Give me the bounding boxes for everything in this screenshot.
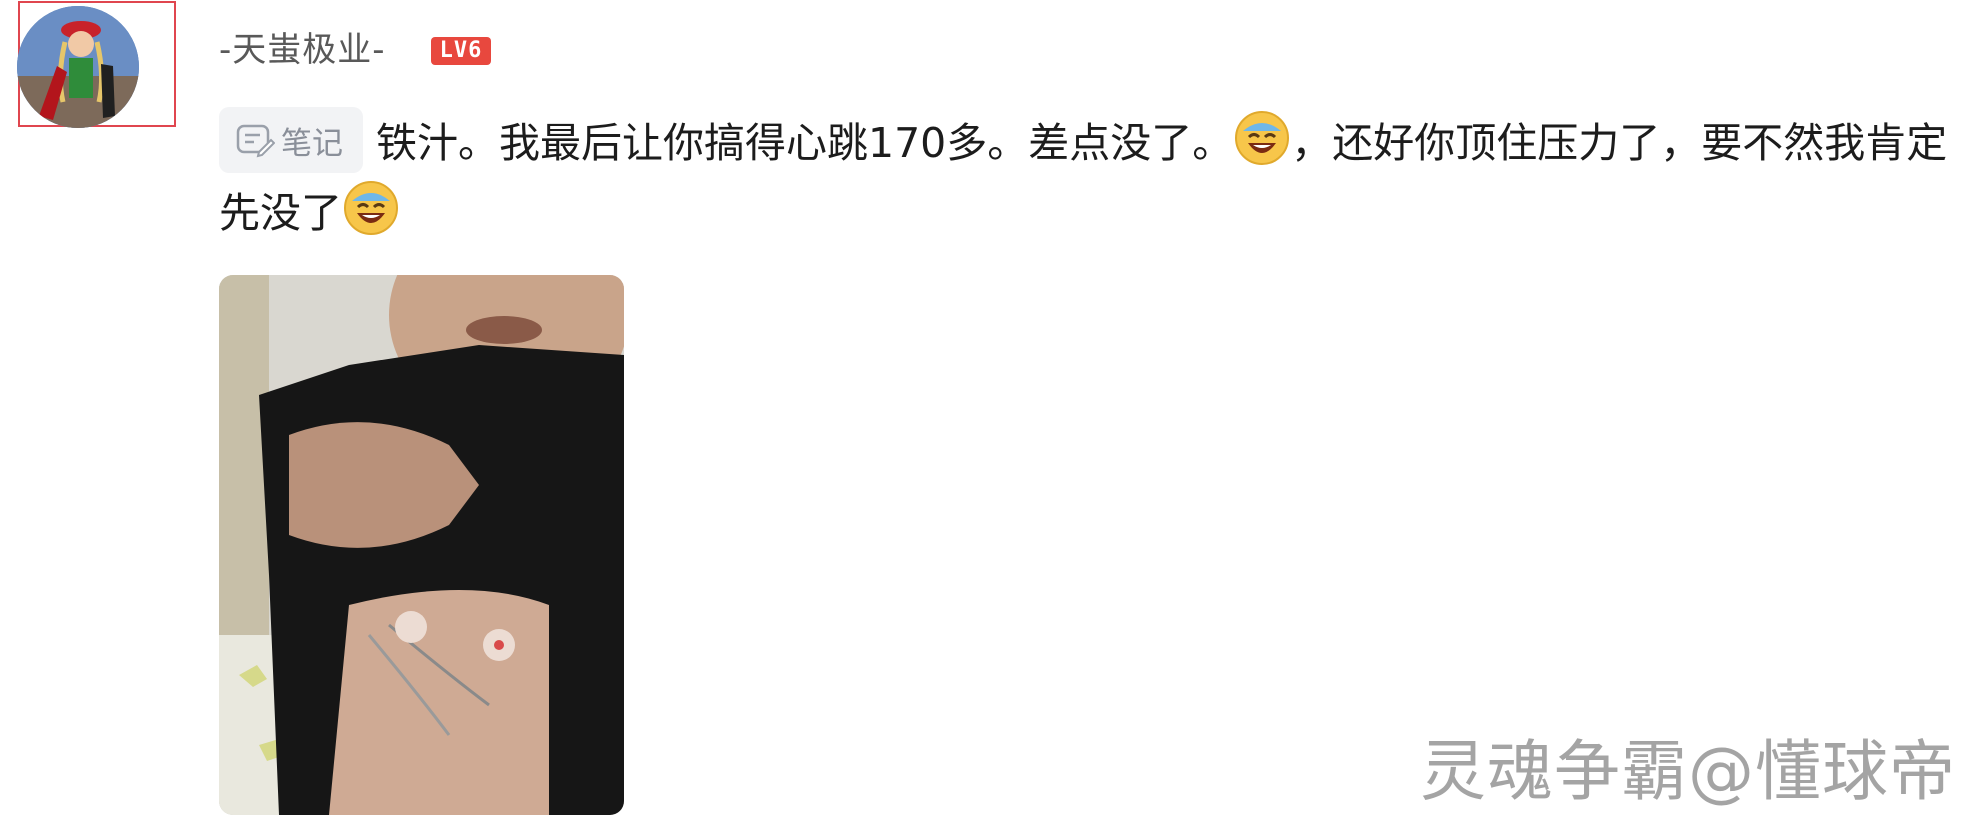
post-photo[interactable] <box>219 275 624 815</box>
post-body: 铁汁。我最后让你搞得心跳170多。差点没了。 ，还好你顶住压力了，要不然我肯定先… <box>219 108 1954 248</box>
laughing-crying-emoji-icon <box>342 179 400 237</box>
username[interactable]: -天蚩极业- <box>219 24 386 76</box>
avatar-cosplay-portrait-icon <box>17 6 139 128</box>
post-card: -天蚩极业- LV6 笔记 铁汁。我最后让你搞得心跳170多。差点没了。 ，还好… <box>0 0 1970 820</box>
avatar[interactable] <box>17 6 139 128</box>
post-photo-icon <box>219 275 624 815</box>
post-text-part-1: 铁汁。我最后让你搞得心跳170多。差点没了。 <box>376 119 1234 167</box>
laughing-crying-emoji-icon <box>1233 109 1291 167</box>
level-badge: LV6 <box>431 37 491 65</box>
watermark: 灵魂争霸@懂球帝 <box>1420 733 1956 810</box>
